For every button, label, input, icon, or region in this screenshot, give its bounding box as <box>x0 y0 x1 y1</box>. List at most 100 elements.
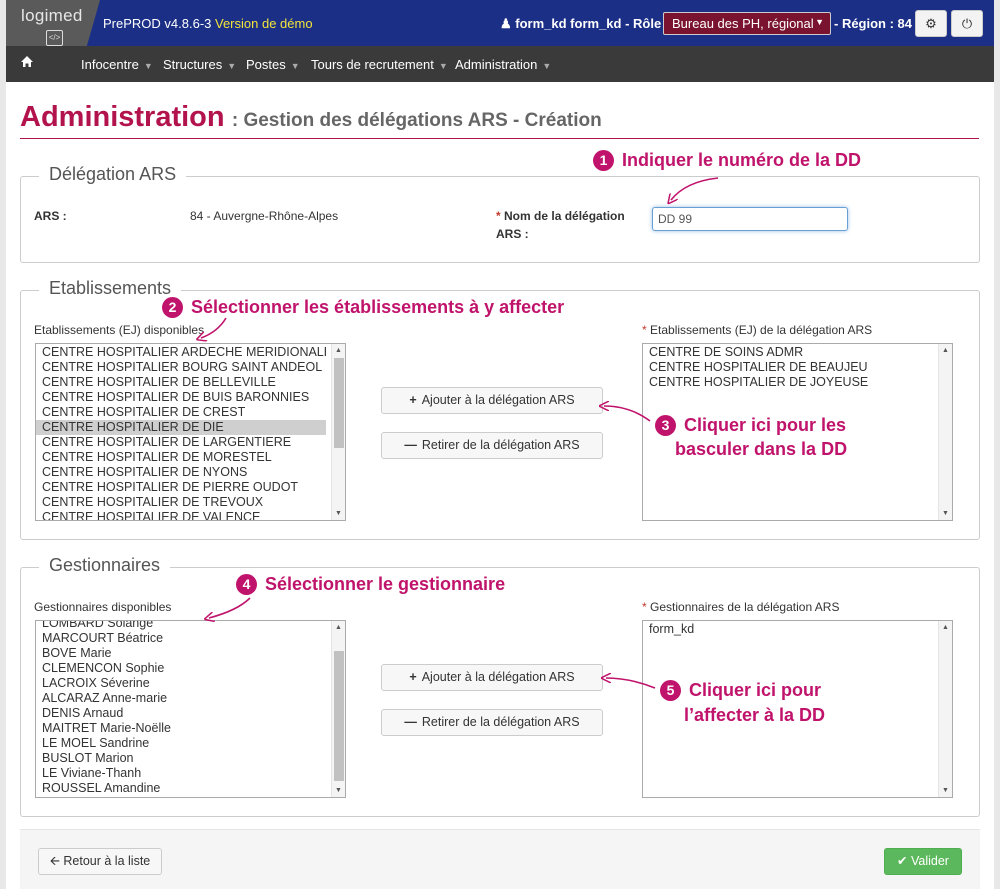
annotation-2: 2 Sélectionner les établissements à y aff… <box>162 296 564 318</box>
list-item[interactable]: MARCOURT Béatrice <box>36 631 326 646</box>
list-item[interactable]: CLEMENCON Sophie <box>36 661 326 676</box>
scroll-down-icon[interactable]: ▼ <box>942 787 949 794</box>
remove-gest-button[interactable]: — Retirer de la délégation ARS <box>381 709 603 736</box>
list-item[interactable]: LOMBARD Solange <box>36 621 326 631</box>
role-select[interactable]: Bureau des PH, régional ▼ <box>663 12 831 35</box>
scroll-up-icon[interactable]: ▲ <box>335 347 342 354</box>
scroll-up-icon[interactable]: ▲ <box>942 624 949 631</box>
list-item[interactable]: CENTRE HOSPITALIER ARDECHE MERIDIONALE <box>36 345 326 360</box>
minus-icon: — <box>404 438 417 452</box>
annotation-number: 2 <box>162 297 183 318</box>
form-footer: 🡨 Retour à la liste ✔ Valider <box>20 829 980 889</box>
list-item[interactable]: ROUSSEL Amandine <box>36 781 326 796</box>
list-item[interactable]: CENTRE HOSPITALIER BOURG SAINT ANDEOL <box>36 360 326 375</box>
annotation-number: 5 <box>660 680 681 701</box>
annotation-5: 5 Cliquer ici pour <box>660 679 821 701</box>
back-button[interactable]: 🡨 Retour à la liste <box>38 848 162 875</box>
user-icon: ♟ <box>500 16 512 31</box>
home-icon[interactable] <box>20 55 34 69</box>
delegation-name-label: * Nom de la délégation <box>496 209 625 223</box>
gest-available-label: Gestionnaires disponibles <box>34 600 172 614</box>
annotation-text: Sélectionner les établissements à y affe… <box>191 297 565 317</box>
annotation-text: Indiquer le numéro de la DD <box>622 150 862 170</box>
scroll-thumb[interactable] <box>334 358 344 448</box>
nav-label: Structures <box>163 57 223 72</box>
gest-available-list[interactable]: LOMBARD Solange MARCOURT Béatrice BOVE Mar… <box>35 620 346 798</box>
scroll-down-icon[interactable]: ▼ <box>335 787 342 794</box>
list-item[interactable]: CENTRE HOSPITALIER DE VALENCE <box>36 510 326 520</box>
delegation-legend: Délégation ARS <box>39 164 187 185</box>
ars-value: 84 - Auvergne-Rhône-Alpes <box>190 209 339 223</box>
list-item[interactable]: LE Viviane-Thanh <box>36 766 326 781</box>
annotation-text: Cliquer ici pour les <box>684 415 847 435</box>
settings-button[interactable]: ⚙ <box>915 10 947 37</box>
add-gest-button[interactable]: + Ajouter à la délégation ARS <box>381 664 603 691</box>
annotation-1: 1 Indiquer le numéro de la DD <box>593 149 861 171</box>
scroll-down-icon[interactable]: ▼ <box>942 510 949 517</box>
scrollbar[interactable]: ▲ ▼ <box>938 621 952 797</box>
add-etab-button[interactable]: + Ajouter à la délégation ARS <box>381 387 603 414</box>
power-icon: ⏻ <box>961 16 973 31</box>
add-etab-label: Ajouter à la délégation ARS <box>421 393 575 407</box>
etab-available-list[interactable]: CENTRE HOSPITALIER ARDECHE MERIDIONALE CE… <box>35 343 346 521</box>
list-item[interactable]: CENTRE HOSPITALIER DE BEAUJEU <box>643 360 933 375</box>
list-item[interactable]: MAITRET Marie-Noëlle <box>36 721 326 736</box>
logo[interactable]: logimed </> <box>6 0 100 46</box>
annotation-text: Cliquer ici pour <box>689 680 822 700</box>
gest-selected-label-text: Gestionnaires de la délégation ARS <box>650 600 840 614</box>
annotation-text: Sélectionner le gestionnaire <box>265 574 506 594</box>
nav-tours[interactable]: Tours de recrutement ▼ <box>311 57 448 72</box>
list-item[interactable]: LE MOEL Sandrine <box>36 736 326 751</box>
list-item[interactable]: CENTRE HOSPITALIER DE PIERRE OUDOT <box>36 480 326 495</box>
scrollbar[interactable]: ▲ ▼ <box>331 344 345 520</box>
annotation-3: 3 Cliquer ici pour les <box>655 414 846 436</box>
list-item[interactable]: DENIS Arnaud <box>36 706 326 721</box>
list-item[interactable]: CENTRE HOSPITALIER DE MORESTEL <box>36 450 326 465</box>
gear-icon: ⚙ <box>925 16 937 31</box>
nav-bar: Infocentre ▼ Structures ▼ Postes ▼ Tours de… <box>6 46 994 82</box>
required-mark: * <box>642 323 647 337</box>
delegation-name-label-text: Nom de la délégation <box>504 209 625 223</box>
nav-postes[interactable]: Postes ▼ <box>246 57 300 72</box>
list-item[interactable]: CENTRE HOSPITALIER DE CREST <box>36 405 326 420</box>
gest-selected-label: * Gestionnaires de la délégation ARS <box>642 600 839 614</box>
remove-gest-label: Retirer de la délégation ARS <box>421 715 580 729</box>
nav-label: Infocentre <box>81 57 139 72</box>
annotation-number: 4 <box>236 574 257 595</box>
remove-etab-button[interactable]: — Retirer de la délégation ARS <box>381 432 603 459</box>
logout-button[interactable]: ⏻ <box>951 10 983 37</box>
nav-administration[interactable]: Administration ▼ <box>455 57 551 72</box>
list-item[interactable]: CENTRE HOSPITALIER DE TREVOUX <box>36 495 326 510</box>
nav-infocentre[interactable]: Infocentre ▼ <box>81 57 153 72</box>
annotation-number: 3 <box>655 415 676 436</box>
scrollbar[interactable]: ▲ ▼ <box>938 344 952 520</box>
delegation-name-input[interactable] <box>652 207 848 231</box>
list-item[interactable]: CENTRE HOSPITALIER DE BUIS BARONNIES <box>36 390 326 405</box>
list-item[interactable]: BOVE Marie <box>36 646 326 661</box>
nav-label: Postes <box>246 57 286 72</box>
scroll-thumb[interactable] <box>334 651 344 781</box>
nav-label: Tours de recrutement <box>311 57 434 72</box>
submit-button[interactable]: ✔ Valider <box>884 848 962 875</box>
list-item[interactable]: CENTRE HOSPITALIER DE BELLEVILLE <box>36 375 326 390</box>
nav-structures[interactable]: Structures ▼ <box>163 57 236 72</box>
scroll-down-icon[interactable]: ▼ <box>335 510 342 517</box>
chevron-down-icon: ▼ <box>815 17 824 27</box>
page-subtitle: : Gestion des délégations ARS - Création <box>231 110 602 131</box>
version-info: PrePROD v4.8.6-3 Version de démo <box>103 16 313 31</box>
list-item[interactable]: CENTRE HOSPITALIER DE JOYEUSE <box>643 375 933 390</box>
scrollbar[interactable]: ▲ ▼ <box>331 621 345 797</box>
page-title-main: Administration <box>20 101 225 133</box>
list-item[interactable]: BUSLOT Marion <box>36 751 326 766</box>
list-item[interactable]: CENTRE HOSPITALIER DE DIE <box>36 420 326 435</box>
list-item[interactable]: CENTRE HOSPITALIER DE LARGENTIERE <box>36 435 326 450</box>
list-item[interactable]: CENTRE DE SOINS ADMR <box>643 345 933 360</box>
scroll-up-icon[interactable]: ▲ <box>942 347 949 354</box>
list-item[interactable]: ALCARAZ Anne-marie <box>36 691 326 706</box>
scroll-up-icon[interactable]: ▲ <box>335 624 342 631</box>
required-mark: * <box>642 600 647 614</box>
list-item[interactable]: LACROIX Séverine <box>36 676 326 691</box>
list-item[interactable]: CENTRE HOSPITALIER DE NYONS <box>36 465 326 480</box>
list-item[interactable]: form_kd <box>643 622 933 637</box>
annotation-3-line2: basculer dans la DD <box>675 439 848 459</box>
